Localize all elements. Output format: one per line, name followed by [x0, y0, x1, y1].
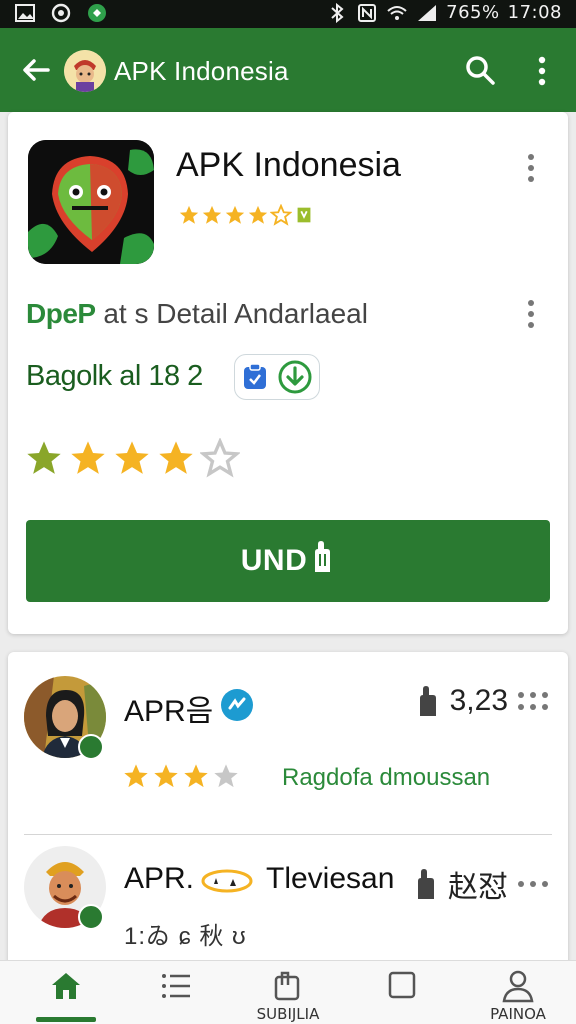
bluetooth-icon: [331, 2, 344, 23]
thumb-icon: [419, 686, 436, 716]
gallery-icon: [15, 4, 35, 22]
star-icon: [179, 205, 199, 224]
rating-stars: [24, 438, 240, 478]
app-name: APK Indonesia: [176, 146, 401, 184]
app-detail-card: APK Indonesia DpeP at s Detail Andarlaea…: [8, 112, 568, 634]
signal-icon: [418, 4, 437, 21]
app-logo-icon: [28, 140, 154, 264]
more-dots-icon[interactable]: [516, 870, 550, 898]
star-icon: [248, 205, 268, 224]
hand-icon: [315, 541, 331, 572]
details-brand: DpeP: [26, 298, 96, 329]
star-half-icon: [270, 204, 292, 226]
likes-count: 3,23: [449, 684, 508, 717]
star-icon: [115, 441, 149, 474]
wifi-icon: [387, 5, 407, 20]
nav-profile[interactable]: PAINOA: [470, 965, 566, 1024]
likes[interactable]: 赵怼: [412, 862, 550, 906]
list-icon: [162, 974, 190, 998]
nav-list[interactable]: [128, 965, 224, 1024]
star-icon: [71, 441, 105, 474]
app-bar-title: APK Indonesia: [114, 56, 289, 86]
download-circle-icon[interactable]: [277, 359, 313, 395]
star-icon: [27, 441, 61, 474]
online-badge: [78, 734, 104, 760]
likes[interactable]: 3,23: [414, 684, 550, 718]
app-notification-icon: [88, 4, 106, 22]
likes-count: 赵怼: [448, 871, 508, 904]
battery-percent: 765%: [446, 2, 500, 23]
review-note: Ragdofa dmoussan: [282, 764, 491, 791]
thumb-icon: [418, 869, 434, 899]
more-dots-icon[interactable]: [516, 687, 550, 715]
star-icon: [202, 205, 222, 224]
star-icon: [124, 764, 148, 788]
review-subtext: 1:ゐ ɕ 秋 ʊ: [124, 923, 247, 950]
install-button[interactable]: UND: [26, 520, 550, 602]
version-text: Bagolk al 18 2: [26, 360, 203, 392]
more-options-icon[interactable]: [523, 152, 539, 184]
star-empty-icon: [200, 438, 240, 478]
nav-label: PAINOA: [490, 1005, 546, 1023]
details-line: DpeP at s Detail Andarlaeal: [26, 298, 368, 330]
nav-home[interactable]: [18, 965, 114, 1024]
person-icon: [502, 970, 534, 1003]
version-badges[interactable]: [234, 354, 320, 400]
apps-icon: [274, 971, 300, 1001]
status-bar: 765% 17:08: [0, 0, 576, 28]
review-item[interactable]: APR음 3,23 Ragdofa dmoussan: [8, 672, 568, 835]
star-icon: [184, 764, 208, 788]
search-icon[interactable]: [462, 52, 498, 88]
back-arrow-icon[interactable]: [18, 52, 54, 88]
divider: [24, 834, 552, 835]
nav-active-indicator: [36, 1017, 96, 1022]
bottom-nav: SUBIJLIA PAINOA: [0, 960, 576, 1024]
sparkle-icon: [201, 869, 253, 893]
clock: 17:08: [507, 2, 562, 23]
install-button-label: UND: [240, 544, 308, 577]
app-logo: [64, 50, 106, 92]
reviewer-name-suffix: Tleviesan: [266, 862, 395, 895]
nav-label: SUBIJLIA: [256, 1005, 320, 1023]
star-empty-icon: [214, 764, 238, 788]
verified-icon: [221, 689, 253, 721]
app-bar: APK Indonesia: [0, 28, 576, 112]
star-icon: [159, 441, 193, 474]
review-stars: [122, 762, 240, 790]
square-icon: [388, 971, 416, 999]
reviewer-name: APR음: [124, 695, 214, 728]
nav-subjlia[interactable]: SUBIJLIA: [240, 965, 336, 1024]
mini-rating: [178, 204, 315, 226]
clipboard-icon[interactable]: [241, 363, 269, 391]
home-icon: [52, 973, 80, 999]
nav-square[interactable]: [354, 965, 450, 1024]
notification-icon: [51, 3, 71, 23]
star-icon: [225, 205, 245, 224]
nfc-icon: [358, 3, 377, 22]
app-icon: [28, 140, 154, 264]
details-more-icon[interactable]: [523, 298, 539, 330]
mascot-icon: [64, 50, 106, 92]
download-badge-icon: [297, 207, 311, 223]
online-badge: [78, 904, 104, 930]
star-icon: [154, 764, 178, 788]
more-vert-icon[interactable]: [528, 54, 556, 88]
reviewer-name: APR.: [124, 862, 195, 895]
details-text: at s Detail Andarlaeal: [95, 298, 368, 329]
